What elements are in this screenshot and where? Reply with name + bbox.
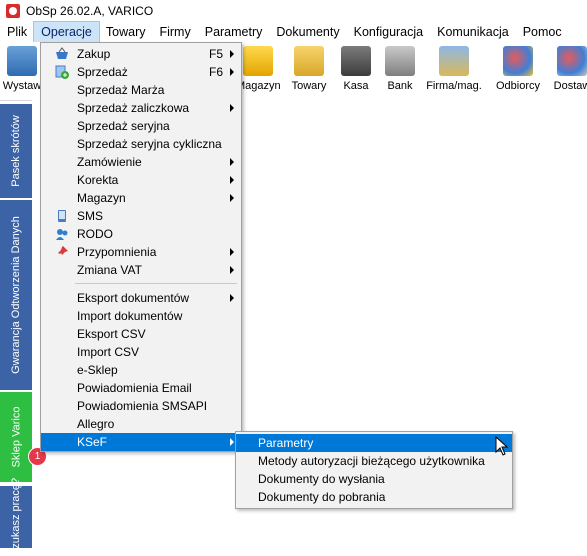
- submenu-item-parametry[interactable]: Parametry: [236, 434, 512, 452]
- submenu-arrow-icon: [230, 158, 234, 166]
- menu-item-ksef[interactable]: KSeF: [41, 433, 241, 451]
- app-logo-icon: [6, 4, 20, 18]
- menu-item-allegro[interactable]: Allegro: [41, 415, 241, 433]
- menu-item-import-dokumentow[interactable]: Import dokumentów: [41, 307, 241, 325]
- window-title: ObSp 26.02.A, VARICO: [26, 4, 154, 18]
- sale-icon: [55, 65, 69, 79]
- ksef-submenu: Parametry Metody autoryzacji bieżącego u…: [235, 431, 513, 509]
- submenu-item-dokumenty-do-pobrania[interactable]: Dokumenty do pobrania: [236, 488, 512, 506]
- submenu-item-dokumenty-do-wyslania[interactable]: Dokumenty do wysłania: [236, 470, 512, 488]
- menu-item-rodo[interactable]: RODO: [41, 225, 241, 243]
- menu-bar: Plik Operacje Towary Firmy Parametry Dok…: [0, 21, 587, 43]
- pin-icon: [55, 245, 69, 259]
- warehouse-icon: [243, 46, 273, 76]
- sidetab-szukasz-prace[interactable]: Szukasz pracę?: [0, 478, 32, 556]
- users-icon: [55, 227, 69, 241]
- menu-parametry[interactable]: Parametry: [198, 22, 270, 42]
- company-icon: [439, 46, 469, 76]
- submenu-arrow-icon: [230, 50, 234, 58]
- menu-item-magazyn[interactable]: Magazyn: [41, 189, 241, 207]
- toolbar-odbiorcy-button[interactable]: Odbiorcy: [494, 46, 542, 98]
- cash-register-icon: [341, 46, 371, 76]
- submenu-arrow-icon: [230, 438, 234, 446]
- operacje-menu: Zakup F5 Sprzedaż F6 Sprzedaż Marża Sprz…: [40, 42, 242, 452]
- menu-item-zakup[interactable]: Zakup F5: [41, 45, 241, 63]
- toolbar-firma-mag-button[interactable]: Firma/mag.: [426, 46, 482, 98]
- menu-item-eksport-dokumentow[interactable]: Eksport dokumentów: [41, 289, 241, 307]
- menu-komunikacja[interactable]: Komunikacja: [430, 22, 516, 42]
- menu-item-sms[interactable]: SMS: [41, 207, 241, 225]
- phone-icon: [55, 209, 69, 223]
- suppliers-icon: [557, 46, 587, 76]
- submenu-arrow-icon: [230, 68, 234, 76]
- menu-item-powiadomienia-email[interactable]: Powiadomienia Email: [41, 379, 241, 397]
- submenu-arrow-icon: [230, 248, 234, 256]
- sidetab-pasek-skrotow[interactable]: Pasek skrótów: [0, 104, 32, 198]
- toolbar-dostawcy-button[interactable]: Dostaw: [552, 46, 587, 98]
- document-icon: [7, 46, 37, 76]
- menu-item-korekta[interactable]: Korekta: [41, 171, 241, 189]
- customers-icon: [503, 46, 533, 76]
- menu-plik[interactable]: Plik: [0, 22, 34, 42]
- toolbar-towary-button[interactable]: Towary: [288, 46, 330, 98]
- menu-item-zmiana-vat[interactable]: Zmiana VAT: [41, 261, 241, 279]
- toolbar-bank-button[interactable]: Bank: [382, 46, 418, 98]
- menu-firmy[interactable]: Firmy: [152, 22, 197, 42]
- title-bar: ObSp 26.02.A, VARICO: [0, 0, 587, 22]
- bank-icon: [385, 46, 415, 76]
- menu-item-sprzedaz-marza[interactable]: Sprzedaż Marża: [41, 81, 241, 99]
- submenu-arrow-icon: [230, 176, 234, 184]
- toolbar-wystaw-button[interactable]: Wystaw: [2, 46, 42, 98]
- menu-item-sprzedaz-zaliczkowa[interactable]: Sprzedaż zaliczkowa: [41, 99, 241, 117]
- menu-item-powiadomienia-smsapi[interactable]: Powiadomienia SMSAPI: [41, 397, 241, 415]
- sidetab-sklep-varico[interactable]: Sklep Varico: [0, 392, 32, 482]
- toolbar-magazyn-button[interactable]: Magazyn: [236, 46, 281, 98]
- menu-separator: [75, 283, 237, 284]
- basket-icon: [55, 47, 69, 61]
- submenu-arrow-icon: [230, 266, 234, 274]
- submenu-item-metody-autoryzacji[interactable]: Metody autoryzacji bieżącego użytkownika: [236, 452, 512, 470]
- menu-item-e-sklep[interactable]: e-Sklep: [41, 361, 241, 379]
- menu-konfiguracja[interactable]: Konfiguracja: [347, 22, 431, 42]
- menu-operacje[interactable]: Operacje: [33, 21, 100, 43]
- menu-item-eksport-csv[interactable]: Eksport CSV: [41, 325, 241, 343]
- menu-dokumenty[interactable]: Dokumenty: [269, 22, 346, 42]
- menu-item-sprzedaz[interactable]: Sprzedaż F6: [41, 63, 241, 81]
- menu-towary[interactable]: Towary: [99, 22, 153, 42]
- menu-pomoc[interactable]: Pomoc: [516, 22, 569, 42]
- submenu-arrow-icon: [230, 194, 234, 202]
- menu-item-sprzedaz-seryjna-cykliczna[interactable]: Sprzedaż seryjna cykliczna: [41, 135, 241, 153]
- submenu-arrow-icon: [230, 104, 234, 112]
- menu-item-zamowienie[interactable]: Zamówienie: [41, 153, 241, 171]
- sidetab-gwarancja[interactable]: Gwarancja Odtworzenia Danych: [0, 200, 32, 390]
- submenu-arrow-icon: [230, 294, 234, 302]
- menu-item-import-csv[interactable]: Import CSV: [41, 343, 241, 361]
- menu-item-przypomnienia[interactable]: Przypomnienia: [41, 243, 241, 261]
- toolbar-kasa-button[interactable]: Kasa: [338, 46, 374, 98]
- boxes-icon: [294, 46, 324, 76]
- menu-item-sprzedaz-seryjna[interactable]: Sprzedaż seryjna: [41, 117, 241, 135]
